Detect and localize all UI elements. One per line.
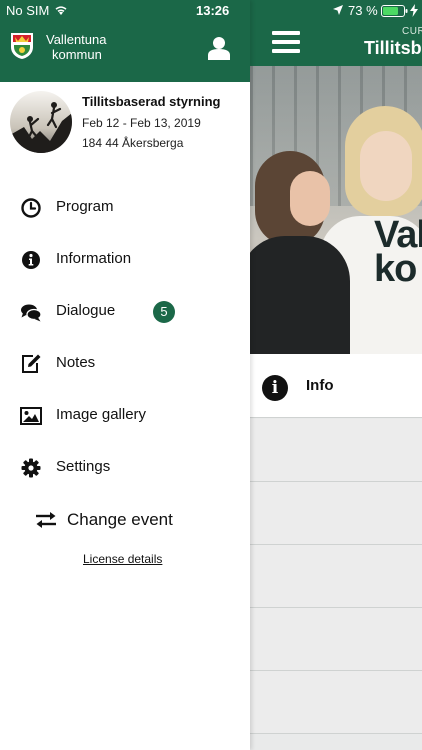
menu-item-image-gallery[interactable]: Image gallery [0, 390, 250, 442]
list-item [250, 545, 422, 608]
menu-item-program[interactable]: Program [0, 182, 250, 234]
municipality-shield-icon [11, 33, 33, 59]
event-title: Tillitsbaserad styrning [82, 94, 221, 109]
charging-bolt-icon [410, 4, 418, 17]
list-item [250, 482, 422, 545]
main-header-title: Tillitsb [364, 38, 422, 58]
battery-percentage: 73 % [348, 3, 378, 18]
image-icon [20, 407, 42, 425]
gear-icon [21, 458, 41, 478]
hero-caption: Val ko [374, 214, 422, 290]
menu-item-dialogue[interactable]: Dialogue 5 [0, 286, 250, 338]
event-dates: Feb 12 - Feb 13, 2019 [82, 116, 201, 130]
event-avatar [10, 91, 72, 153]
hero-image: Val ko [250, 66, 422, 354]
change-event-label: Change event [67, 510, 173, 529]
menu-item-information[interactable]: Information [0, 234, 250, 286]
main-header-subtitle: CUR [402, 26, 422, 37]
list-item [250, 608, 422, 671]
swap-arrows-icon [36, 512, 56, 528]
info-icon: i [262, 375, 288, 401]
chat-icon [21, 304, 42, 322]
menu-item-settings[interactable]: Settings [0, 442, 250, 494]
menu-label: Notes [56, 354, 96, 371]
carrier-label: No SIM [6, 3, 50, 18]
current-event-card[interactable]: Tillitsbaserad styrning Feb 12 - Feb 13,… [0, 82, 250, 164]
unread-count-badge: 5 [153, 301, 175, 323]
event-location: 184 44 Åkersberga [82, 136, 184, 150]
navigation-drawer: Vallentuna kommun No SIM 13:26 73 % Till… [0, 0, 418, 750]
municipality-logo-text: Vallentuna kommun [46, 32, 107, 62]
menu-label: Dialogue [56, 302, 116, 319]
user-profile-icon[interactable] [208, 36, 230, 60]
menu-item-notes[interactable]: Notes [0, 338, 250, 390]
info-list-item[interactable]: i Info [250, 354, 422, 418]
hamburger-menu-icon[interactable] [272, 31, 300, 53]
location-arrow-icon [333, 5, 343, 15]
drawer-header: Vallentuna kommun [0, 22, 250, 82]
menu-label: Settings [56, 458, 111, 475]
menu-label: Program [56, 198, 114, 215]
list-item [250, 419, 422, 482]
battery-icon [381, 5, 408, 17]
info-icon [22, 251, 40, 269]
clock-icon [21, 198, 41, 218]
license-details-link[interactable]: License details [83, 552, 162, 566]
clock-time: 13:26 [196, 3, 230, 18]
wifi-icon [55, 6, 67, 15]
info-label: Info [306, 377, 334, 394]
menu-label: Image gallery [56, 406, 147, 423]
edit-icon [22, 354, 41, 373]
list-item [250, 671, 422, 734]
status-bar: No SIM 13:26 73 % [0, 0, 422, 22]
change-event-button[interactable]: Change event [0, 496, 250, 544]
menu-label: Information [56, 250, 132, 267]
